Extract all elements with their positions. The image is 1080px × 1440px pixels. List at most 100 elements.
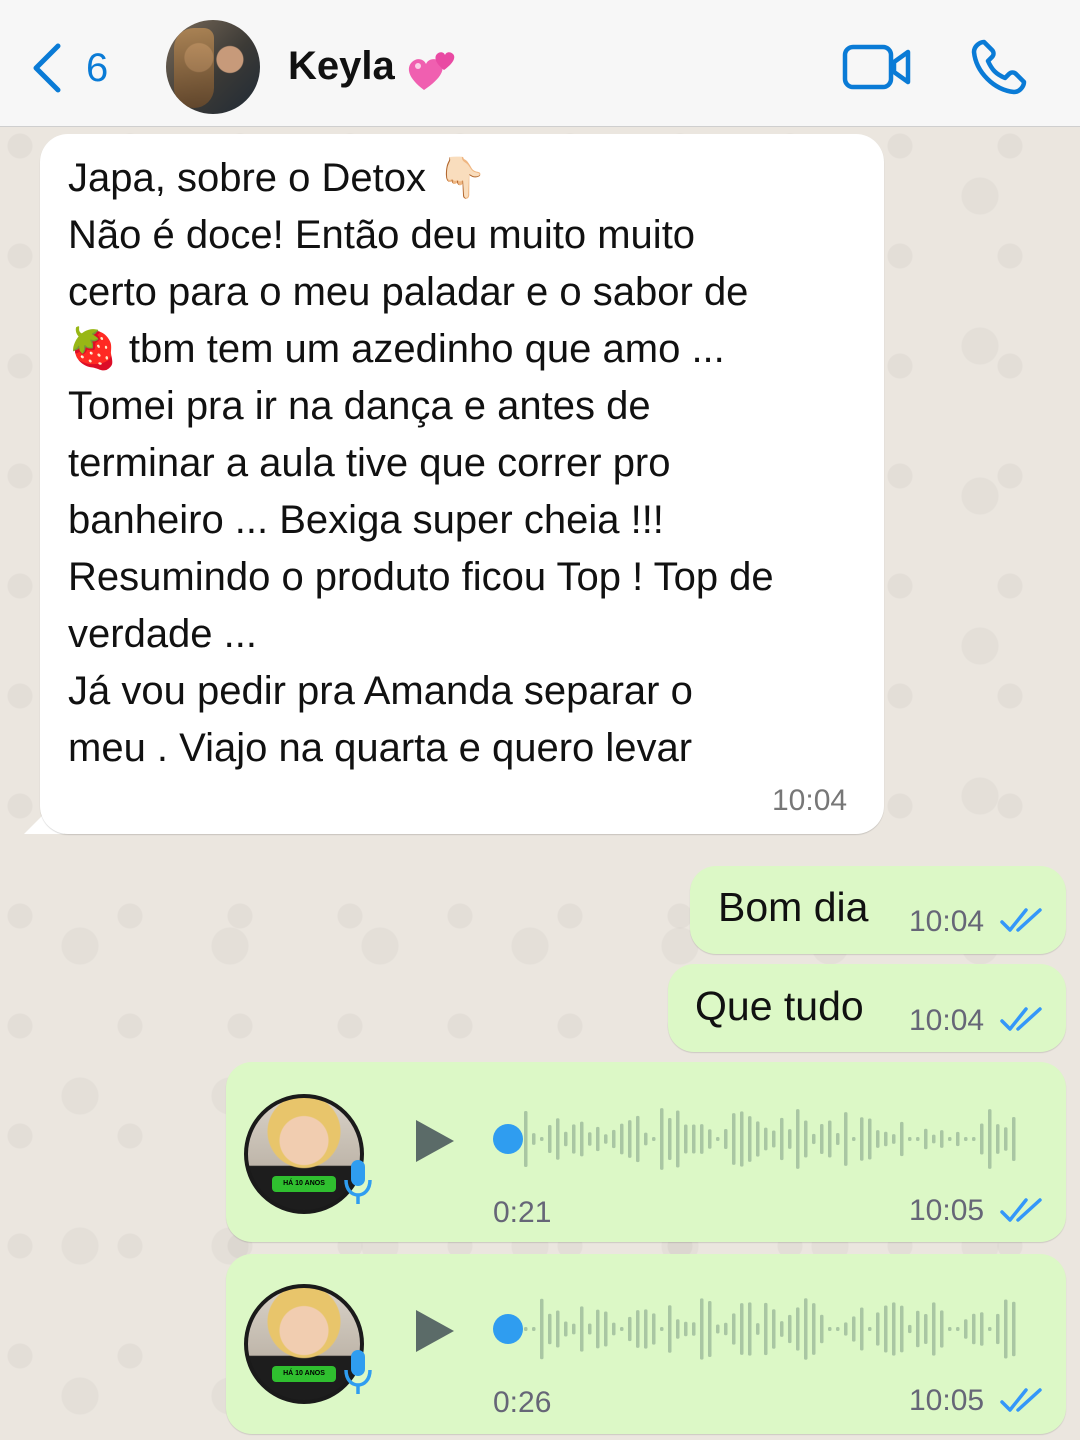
video-call-icon[interactable]	[842, 42, 912, 92]
waveform-bar	[532, 1327, 536, 1331]
waveform-bar	[572, 1124, 576, 1154]
waveform-bar	[884, 1305, 888, 1353]
waveform-bar	[564, 1321, 568, 1337]
waveform-bar	[588, 1323, 592, 1335]
waveform-bar	[660, 1108, 664, 1170]
waveform-bar	[732, 1113, 736, 1165]
waveform-bar	[964, 1137, 968, 1141]
play-icon[interactable]	[414, 1118, 456, 1164]
waveform-bar	[580, 1306, 584, 1352]
waveform-bar	[612, 1129, 616, 1149]
contact-name[interactable]: Keyla	[288, 44, 395, 89]
waveform-bar	[684, 1124, 688, 1154]
waveform-bar	[628, 1316, 632, 1342]
waveform-bar	[852, 1316, 856, 1342]
waveform-bar	[956, 1327, 960, 1331]
waveform-bar	[988, 1109, 992, 1169]
waveform-bar	[876, 1130, 880, 1148]
waveform-bar	[748, 1302, 752, 1356]
back-button[interactable]: 6	[30, 40, 108, 96]
waveform-bar	[972, 1137, 976, 1141]
waveform-bar	[636, 1115, 640, 1163]
waveform-bar	[588, 1132, 592, 1146]
phone-icon[interactable]	[970, 38, 1028, 96]
contact-avatar[interactable]	[166, 20, 260, 114]
waveform-bar	[756, 1121, 760, 1157]
waveform-bar	[892, 1302, 896, 1356]
microphone-icon	[344, 1350, 372, 1394]
play-icon[interactable]	[414, 1308, 456, 1354]
waveform-bar	[964, 1319, 968, 1339]
waveform-bar	[540, 1137, 544, 1141]
double-check-icon	[1000, 1388, 1042, 1412]
waveform-bar	[836, 1132, 840, 1146]
audio-waveform[interactable]	[520, 1294, 1030, 1364]
avatar-badge-text: HÁ 10 ANOS	[272, 1366, 336, 1382]
waveform-bar	[788, 1129, 792, 1149]
audio-waveform[interactable]	[520, 1104, 1030, 1174]
waveform-bar	[644, 1132, 648, 1146]
waveform-bar	[916, 1310, 920, 1348]
waveform-bar	[908, 1137, 912, 1141]
waveform-bar	[788, 1314, 792, 1344]
waveform-bar	[836, 1327, 840, 1331]
voice-duration: 0:21	[493, 1196, 552, 1229]
waveform-bar	[884, 1131, 888, 1147]
avatar-badge-text: HÁ 10 ANOS	[272, 1176, 336, 1192]
waveform-bar	[660, 1327, 664, 1331]
waveform-bar	[916, 1137, 920, 1141]
waveform-bar	[956, 1131, 960, 1147]
waveform-bar	[692, 1322, 696, 1336]
waveform-bar	[796, 1307, 800, 1351]
message-line: Tomei pra ir na dança e antes de	[68, 384, 651, 428]
message-line: Japa, sobre o Detox 👇🏻	[68, 156, 487, 200]
waveform-bar	[620, 1327, 624, 1331]
waveform-bar	[932, 1134, 936, 1144]
waveform-bar	[524, 1110, 528, 1168]
message-line: Não é doce! Então deu muito muito	[68, 213, 696, 257]
unread-count: 6	[86, 45, 109, 90]
waveform-bar	[780, 1321, 784, 1337]
waveform-bar	[708, 1300, 712, 1358]
waveform-bar	[900, 1305, 904, 1353]
message-timestamp: 10:04	[909, 905, 985, 938]
waveform-bar	[540, 1298, 544, 1360]
waveform-bar	[572, 1323, 576, 1335]
waveform-bar	[924, 1314, 928, 1344]
waveform-bar	[716, 1324, 720, 1334]
waveform-bar	[844, 1322, 848, 1336]
message-timestamp: 10:04	[909, 1004, 985, 1037]
double-check-icon	[1000, 1198, 1042, 1222]
message-timestamp: 10:05	[909, 1194, 985, 1227]
waveform-bar	[756, 1323, 760, 1335]
waveform-bar	[652, 1313, 656, 1345]
waveform-bar	[692, 1124, 696, 1154]
waveform-bar	[644, 1309, 648, 1349]
waveform-bar	[668, 1117, 672, 1161]
message-timestamp: 10:04	[772, 784, 848, 817]
waveform-bar	[804, 1120, 808, 1158]
waveform-bar	[796, 1109, 800, 1169]
waveform-bar	[548, 1125, 552, 1153]
outgoing-message-text: Que tudo	[695, 983, 864, 1029]
message-line: Resumindo o produto ficou Top ! Top de	[68, 555, 774, 599]
waveform-bar	[724, 1129, 728, 1149]
waveform-bar	[556, 1310, 560, 1348]
waveform-bar	[892, 1134, 896, 1144]
waveform-bar	[604, 1311, 608, 1347]
waveform-bar	[740, 1111, 744, 1167]
waveform-bar	[948, 1137, 952, 1141]
message-line: certo para o meu paladar e o sabor de	[68, 270, 749, 314]
playback-scrubber[interactable]	[493, 1124, 523, 1154]
waveform-bar	[684, 1321, 688, 1337]
waveform-bar	[652, 1137, 656, 1141]
waveform-bar	[876, 1312, 880, 1346]
message-line: 🍓 tbm tem um azedinho que amo ...	[68, 327, 725, 371]
waveform-bar	[548, 1313, 552, 1345]
waveform-bar	[764, 1127, 768, 1151]
waveform-bar	[604, 1134, 608, 1144]
waveform-bar	[636, 1310, 640, 1348]
waveform-bar	[940, 1130, 944, 1148]
playback-scrubber[interactable]	[493, 1314, 523, 1344]
waveform-bar	[860, 1307, 864, 1351]
